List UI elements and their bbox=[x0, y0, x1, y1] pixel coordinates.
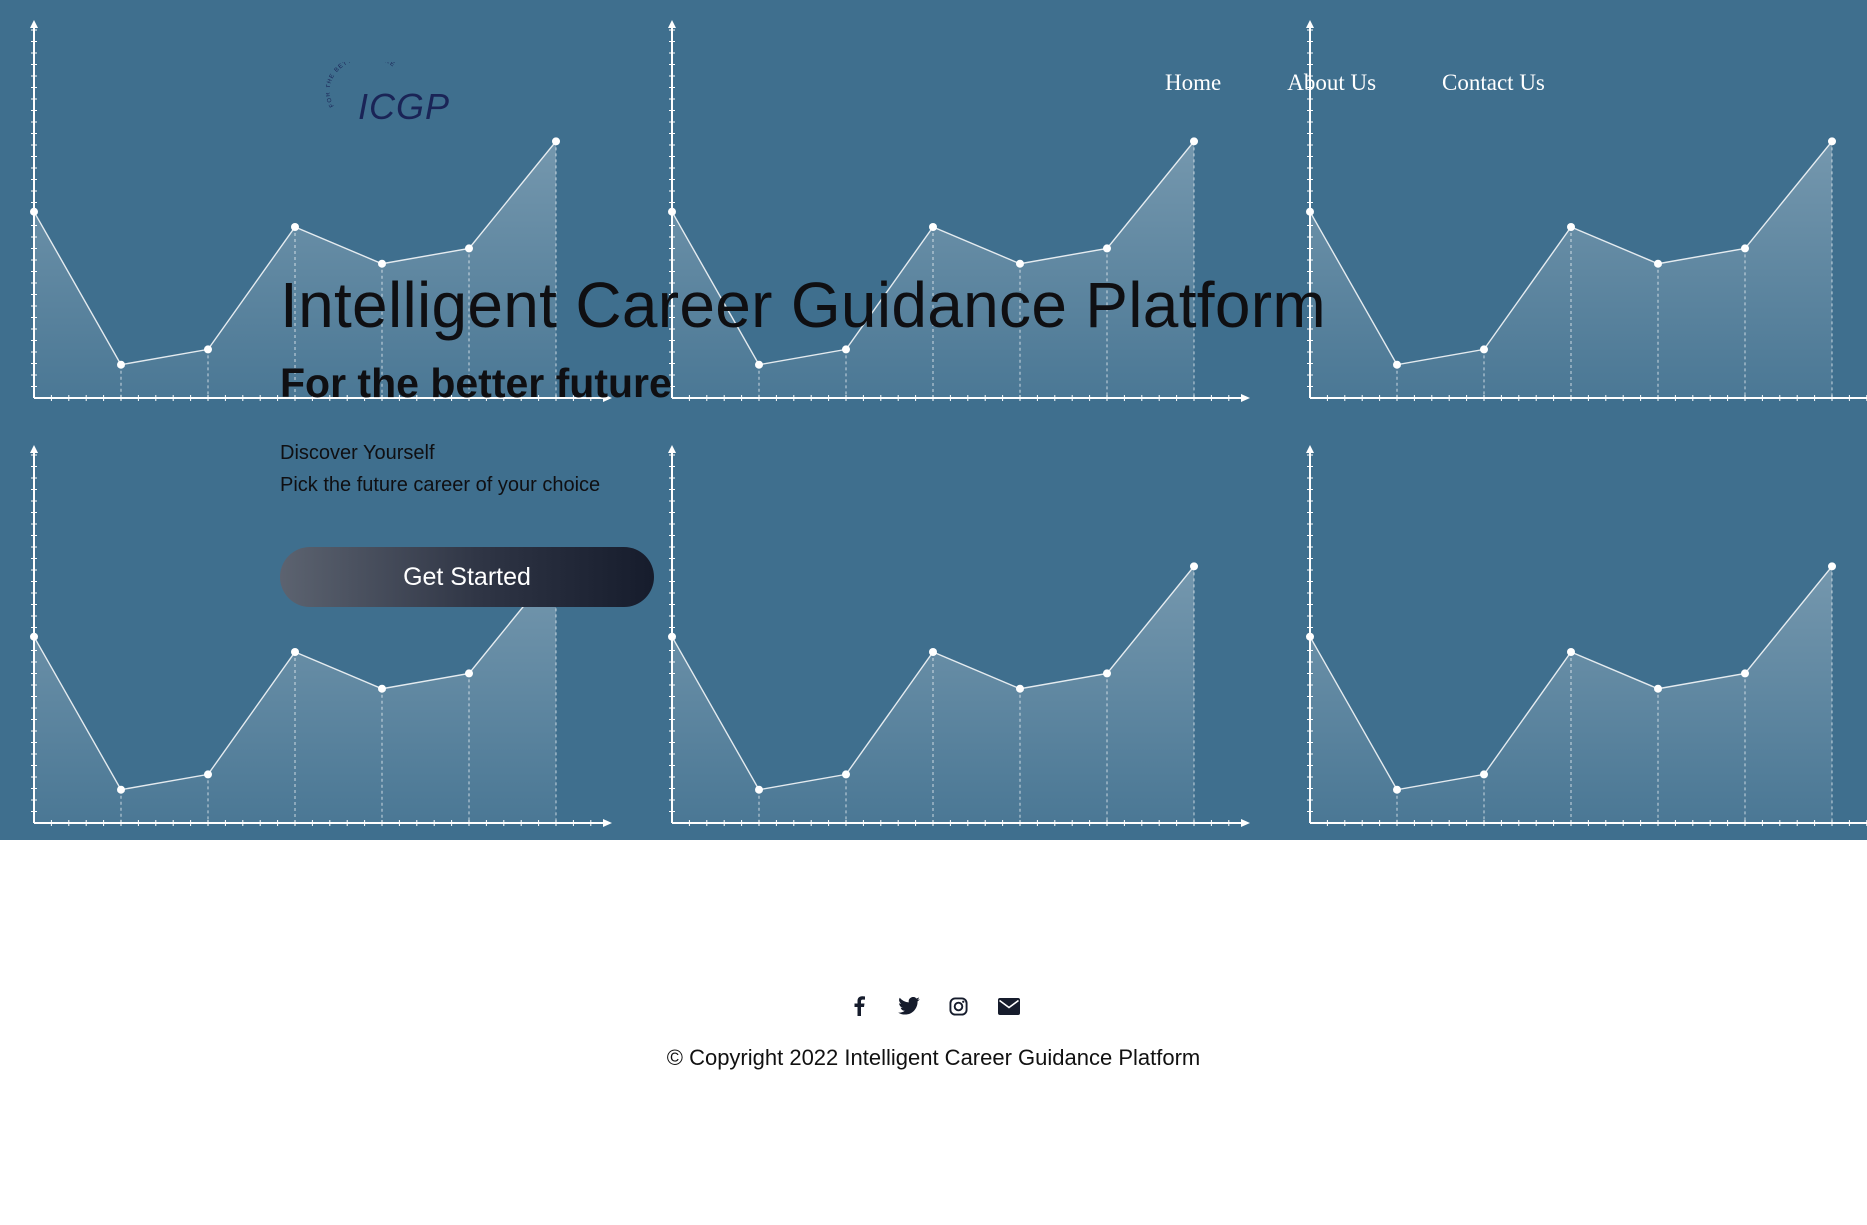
hero-section: FOR THE BETTER FUTURE ICGP Home About Us… bbox=[0, 0, 1867, 840]
hero-line-discover: Discover Yourself bbox=[280, 442, 435, 464]
twitter-icon[interactable] bbox=[897, 994, 921, 1018]
social-links bbox=[0, 994, 1867, 1018]
nav-about-us[interactable]: About Us bbox=[1287, 70, 1376, 96]
background-chart-pattern bbox=[30, 20, 1867, 827]
hero-subtitle: For the better future bbox=[280, 360, 672, 406]
logo[interactable]: FOR THE BETTER FUTURE ICGP bbox=[326, 62, 466, 132]
logo-text: ICGP bbox=[358, 86, 451, 127]
instagram-icon[interactable] bbox=[947, 994, 971, 1018]
bg-chart-tile bbox=[1306, 445, 1867, 826]
hero-line-pick-career: Pick the future career of your choice bbox=[280, 474, 601, 496]
bg-chart-tile bbox=[30, 20, 612, 402]
top-nav: Home About Us Contact Us bbox=[1165, 70, 1545, 96]
copyright-text: © Copyright 2022 Intelligent Career Guid… bbox=[666, 1045, 1201, 1070]
bg-chart-tile bbox=[668, 445, 1250, 827]
get-started-button[interactable]: Get Started bbox=[280, 547, 654, 607]
nav-home[interactable]: Home bbox=[1165, 70, 1221, 96]
bg-chart-tile bbox=[668, 20, 1250, 402]
page-title: Intelligent Career Guidance Platform bbox=[280, 269, 1326, 341]
facebook-icon[interactable] bbox=[847, 994, 871, 1018]
email-icon[interactable] bbox=[997, 994, 1021, 1018]
bg-chart-tile bbox=[30, 445, 612, 827]
nav-contact-us[interactable]: Contact Us bbox=[1442, 70, 1545, 96]
